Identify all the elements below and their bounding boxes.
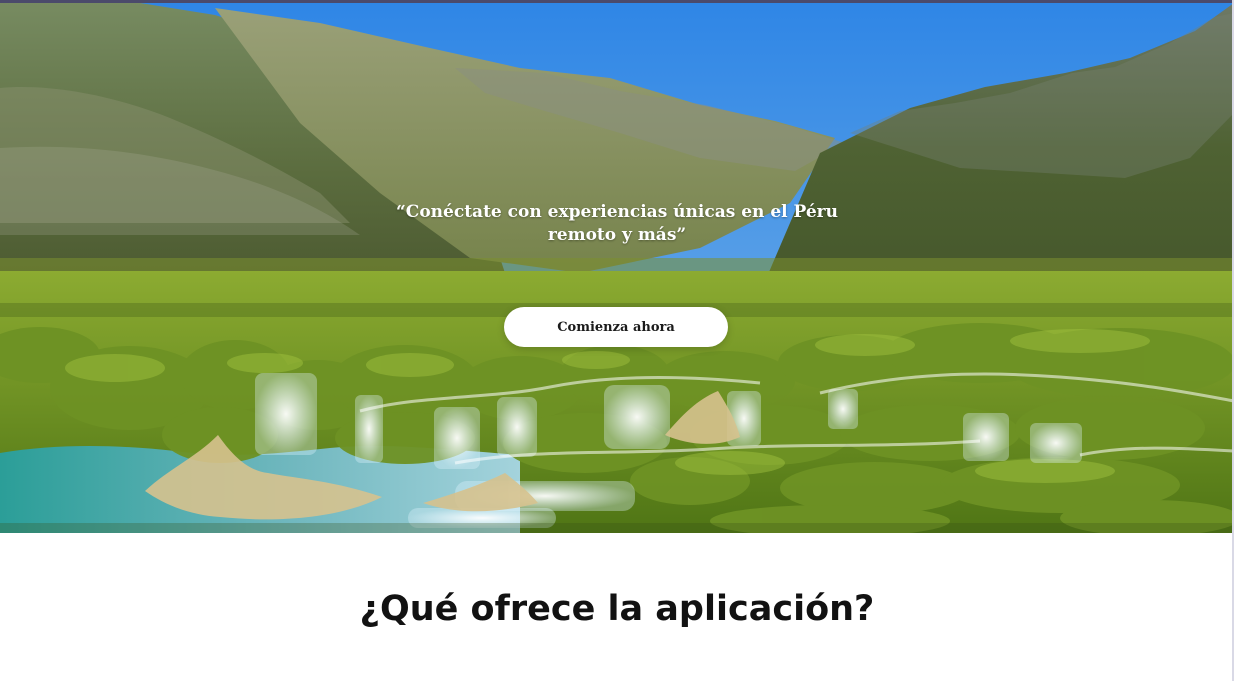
comienza-ahora-button[interactable]: Comienza ahora [504, 307, 728, 347]
hero-quote: “Conéctate con experiencias únicas en el… [396, 202, 838, 245]
window-top-border [0, 0, 1234, 3]
section-title-features: ¿Qué ofrece la aplicación? [359, 589, 875, 629]
hero-landscape-image [0, 3, 1234, 533]
hero-banner: “Conéctate con experiencias únicas en el… [0, 3, 1234, 533]
